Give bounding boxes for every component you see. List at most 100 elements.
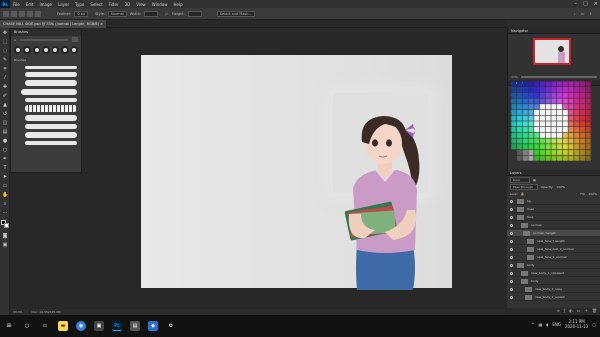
color-swatch[interactable] [528,155,534,161]
visibility-eye-icon[interactable] [510,232,513,235]
filter-icon[interactable]: ▦ [533,178,536,182]
app-icon[interactable]: ◆ [148,321,158,331]
color-swatch[interactable] [557,121,563,127]
brush-stroke[interactable] [25,105,77,112]
color-swatch[interactable] [551,109,557,115]
color-swatch[interactable] [562,87,568,93]
brush-preset[interactable] [14,46,22,54]
volume-icon[interactable]: ◖ [546,322,548,327]
color-swatch[interactable] [585,144,591,150]
color-swatch[interactable] [522,149,528,155]
color-swatch[interactable] [511,92,517,98]
color-swatch[interactable] [528,138,534,144]
color-swatch[interactable] [511,98,517,104]
chrome-icon[interactable]: ◉ [76,321,86,331]
menu-layer[interactable]: Layer [58,2,69,7]
color-swatch[interactable] [534,92,540,98]
color-swatch[interactable] [562,115,568,121]
color-swatch[interactable] [562,81,568,87]
color-swatch[interactable] [539,109,545,115]
color-swatch[interactable] [517,87,523,93]
color-swatch[interactable] [522,155,528,161]
color-swatch[interactable] [545,144,551,150]
color-swatch[interactable] [517,155,523,161]
visibility-eye-icon[interactable] [510,200,513,203]
color-swatch[interactable] [517,149,523,155]
layer-row[interactable]: face [507,214,600,221]
color-swatch[interactable] [539,127,545,133]
color-swatch[interactable] [568,81,574,87]
color-swatch[interactable] [574,92,580,98]
color-swatch[interactable] [585,104,591,110]
move-tool-icon[interactable]: ✥ [2,30,8,36]
menu-3d[interactable]: 3D [125,2,131,7]
brush-preset[interactable] [32,46,41,54]
color-swatch[interactable] [511,115,517,121]
color-swatch[interactable] [511,149,517,155]
visibility-eye-icon[interactable] [510,272,513,275]
zoom-tool-icon[interactable]: ⌕ [2,201,8,207]
layer-row[interactable]: new_body_1_copy [507,286,600,293]
color-swatch[interactable] [585,121,591,127]
color-wheel-swatches[interactable] [511,81,591,161]
color-swatch[interactable] [568,155,574,161]
color-swatch[interactable] [539,81,545,87]
brush-size-slider[interactable] [19,38,68,41]
color-swatch[interactable] [568,132,574,138]
color-swatch[interactable] [585,132,591,138]
add-selection-icon[interactable] [27,10,33,17]
color-swatch[interactable] [551,115,557,121]
color-swatch[interactable] [562,144,568,150]
layer-row[interactable]: new_face_bob_2_normal [507,246,600,253]
home-icon[interactable] [3,10,9,17]
color-swatch[interactable] [534,144,540,150]
color-swatch[interactable] [534,81,540,87]
color-swatch[interactable] [562,104,568,110]
color-swatch[interactable] [534,104,540,110]
navigator-zoom-slider[interactable] [520,76,597,78]
menu-type[interactable]: Type [75,2,84,7]
color-swatch[interactable] [534,138,540,144]
color-swatch[interactable] [517,121,523,127]
brush-stroke[interactable] [25,124,77,129]
color-swatch[interactable] [562,121,568,127]
color-swatch[interactable] [557,138,563,144]
color-swatch[interactable] [528,121,534,127]
color-swatch[interactable] [522,98,528,104]
color-swatch[interactable] [562,109,568,115]
fx-icon[interactable]: ƒ [564,308,565,315]
color-swatch[interactable] [568,104,574,110]
marquee-tool-icon[interactable] [11,10,17,17]
color-swatch[interactable] [574,149,580,155]
minimize-icon[interactable]: – [575,1,578,7]
blur-tool-icon[interactable]: ● [2,138,8,144]
menu-image[interactable]: Image [39,2,52,7]
color-swatch[interactable] [528,132,534,138]
color-swatch[interactable] [528,87,534,93]
color-swatch[interactable] [579,87,585,93]
color-swatch[interactable] [528,104,534,110]
color-swatch[interactable] [511,104,517,110]
color-swatch[interactable] [579,81,585,87]
color-swatch[interactable] [545,87,551,93]
visibility-eye-icon[interactable] [510,216,513,219]
width-input[interactable] [144,10,159,17]
shape-tool-icon[interactable]: ▭ [2,183,8,189]
crop-tool-icon[interactable]: ⌗ [2,66,8,72]
opacity-value[interactable]: 100% [556,185,565,189]
color-swatch[interactable] [579,149,585,155]
color-swatch[interactable] [579,92,585,98]
color-swatch[interactable] [522,92,528,98]
color-swatch[interactable] [517,127,523,133]
app-icon[interactable]: ▣ [94,321,104,331]
layer-row[interactable]: new_face_2_normal [507,254,600,261]
pen-tool-icon[interactable]: ✒ [2,156,8,162]
notifications-icon[interactable]: ▢ [592,322,596,327]
brush-preset[interactable] [61,46,69,54]
color-swatch[interactable] [545,138,551,144]
color-swatch[interactable] [534,149,540,155]
color-swatch[interactable] [551,92,557,98]
color-swatch[interactable] [551,104,557,110]
color-swatch[interactable] [534,115,540,121]
swap-icon[interactable]: ⇄ [165,12,168,16]
